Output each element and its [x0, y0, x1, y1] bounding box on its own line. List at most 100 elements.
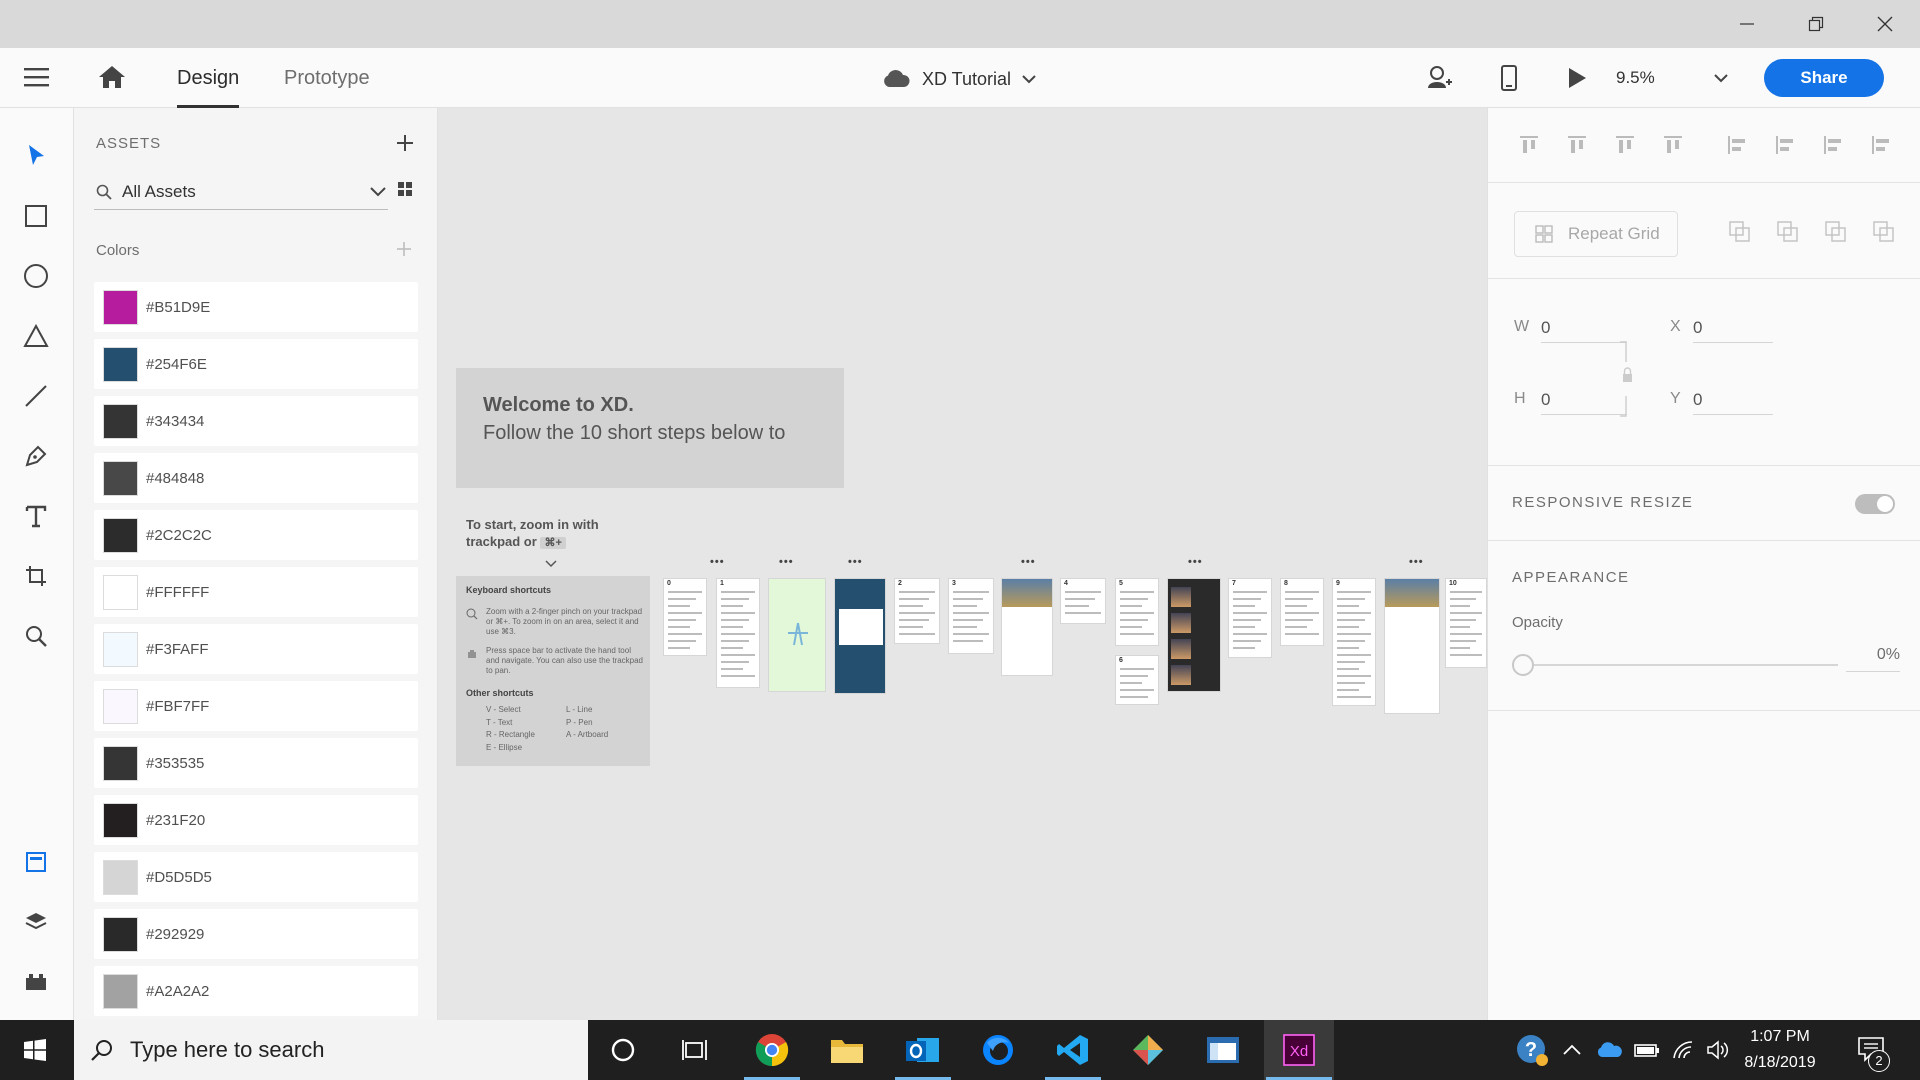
select-tool[interactable] — [17, 136, 55, 174]
artboard-tool[interactable] — [17, 557, 55, 595]
pen-tool[interactable] — [17, 437, 55, 475]
opacity-slider[interactable] — [1512, 651, 1852, 679]
text-tool[interactable] — [17, 497, 55, 535]
align-center-button[interactable] — [1774, 134, 1796, 161]
zoom-tool[interactable] — [17, 617, 55, 655]
color-swatch-row[interactable]: #254F6E — [94, 339, 418, 389]
tutorial-artboard-thumbnail[interactable]: 3 — [948, 578, 994, 654]
align-top-button[interactable] — [1518, 134, 1540, 161]
outlook-taskbar-button[interactable] — [891, 1020, 955, 1080]
vscode-taskbar-button[interactable] — [1041, 1020, 1105, 1080]
tutorial-artboard-thumbnail[interactable] — [1384, 578, 1440, 714]
home-button[interactable] — [98, 64, 126, 95]
rectangle-tool[interactable] — [17, 197, 55, 235]
color-swatch-row[interactable]: #484848 — [94, 453, 418, 503]
boolean-add-icon — [1777, 221, 1798, 242]
color-swatch-row[interactable]: #FBF7FF — [94, 681, 418, 731]
color-swatch-row[interactable]: #2C2C2C — [94, 510, 418, 560]
add-asset-button[interactable] — [396, 134, 414, 157]
align-right-button[interactable] — [1822, 134, 1844, 161]
align-middle-button[interactable] — [1566, 134, 1588, 161]
restore-button[interactable] — [1781, 0, 1851, 48]
tutorial-artboard-thumbnail[interactable]: 5 — [1115, 578, 1159, 646]
ellipse-tool[interactable] — [17, 257, 55, 295]
task-view-button[interactable] — [663, 1020, 727, 1080]
polygon-tool[interactable] — [17, 317, 55, 355]
zoom-level-select[interactable]: 9.5% — [1616, 62, 1728, 94]
plugins-panel-toggle[interactable] — [17, 963, 55, 1001]
align-bottom-button[interactable] — [1614, 134, 1636, 161]
device-preview-button[interactable] — [1500, 64, 1518, 97]
x-input[interactable]: 0 — [1693, 311, 1773, 343]
taskbar-clock[interactable]: 1:07 PM 8/18/2019 — [1730, 1024, 1830, 1076]
color-swatch-row[interactable]: #FFFFFF — [94, 567, 418, 617]
repeat-grid-button[interactable]: Repeat Grid — [1514, 211, 1678, 257]
tutorial-artboard-thumbnail[interactable]: 1 — [716, 578, 760, 688]
opacity-input[interactable]: 0% — [1846, 638, 1900, 672]
color-swatch-row[interactable]: #343434 — [94, 396, 418, 446]
color-swatch-row[interactable]: #292929 — [94, 909, 418, 959]
assets-panel-toggle[interactable] — [17, 843, 55, 881]
width-input[interactable]: 0 — [1541, 311, 1627, 343]
color-swatch — [103, 346, 138, 382]
tutorial-artboard-thumbnail[interactable] — [834, 578, 886, 694]
tutorial-artboard-thumbnail[interactable]: 2 — [894, 578, 940, 644]
invite-collaborator-button[interactable] — [1425, 64, 1453, 97]
tutorial-artboard-thumbnail[interactable]: 10 — [1445, 578, 1487, 668]
color-swatch-row[interactable]: #353535 — [94, 738, 418, 788]
file-explorer-taskbar-button[interactable] — [815, 1020, 879, 1080]
tutorial-artboard-thumbnail[interactable] — [768, 578, 826, 692]
start-button[interactable] — [3, 1020, 67, 1080]
color-swatch-row[interactable]: #F3FAFF — [94, 624, 418, 674]
taskbar-search-box[interactable]: Type here to search — [74, 1020, 588, 1080]
distribute-horizontal-button[interactable] — [1662, 134, 1684, 161]
layers-panel-toggle[interactable] — [17, 903, 55, 941]
shortcuts-artboard[interactable]: Keyboard shortcuts Zoom with a 2-finger … — [456, 576, 650, 766]
boolean-subtract-button[interactable] — [1728, 220, 1752, 249]
tutorial-artboard-thumbnail[interactable]: 8 — [1280, 578, 1324, 646]
firefox-taskbar-button[interactable] — [966, 1020, 1030, 1080]
cortana-button[interactable] — [591, 1020, 655, 1080]
add-color-button[interactable] — [396, 241, 412, 262]
color-swatch-row[interactable]: #B51D9E — [94, 282, 418, 332]
color-swatch-row[interactable]: #A2A2A2 — [94, 966, 418, 1016]
welcome-artboard[interactable]: Welcome to XD. Follow the 10 short steps… — [456, 368, 844, 488]
adobe-xd-taskbar-button[interactable]: Xd — [1267, 1020, 1331, 1080]
align-left-button[interactable] — [1726, 134, 1748, 161]
line-tool[interactable] — [17, 377, 55, 415]
height-input[interactable]: 0 — [1541, 383, 1627, 415]
window-app-taskbar-button[interactable] — [1191, 1020, 1255, 1080]
tutorial-artboard-thumbnail[interactable]: 6 — [1115, 655, 1159, 705]
boolean-exclude-button[interactable] — [1872, 220, 1896, 249]
tutorial-artboard-thumbnail[interactable]: 0 — [663, 578, 707, 656]
distribute-vertical-button[interactable] — [1870, 134, 1892, 161]
assets-filter-select[interactable]: All Assets — [94, 174, 388, 210]
tutorial-artboard-thumbnail[interactable] — [1001, 578, 1053, 676]
responsive-resize-toggle[interactable] — [1855, 494, 1895, 514]
grid-view-button[interactable] — [397, 181, 413, 202]
tab-prototype[interactable]: Prototype — [284, 48, 370, 108]
home-icon — [99, 66, 125, 88]
tutorial-artboard-thumbnail[interactable]: 7 — [1228, 578, 1272, 658]
design-canvas[interactable]: Welcome to XD. Follow the 10 short steps… — [438, 108, 1487, 1020]
tab-design[interactable]: Design — [177, 48, 240, 108]
chrome-taskbar-button[interactable] — [740, 1020, 804, 1080]
boolean-add-button[interactable] — [1776, 220, 1800, 249]
boolean-intersect-button[interactable] — [1824, 220, 1848, 249]
color-swatch-row[interactable]: #D5D5D5 — [94, 852, 418, 902]
minimize-button[interactable] — [1712, 0, 1782, 48]
lock-aspect-button[interactable] — [1618, 340, 1638, 425]
cortana-icon — [611, 1038, 635, 1062]
color-swatch-row[interactable]: #231F20 — [94, 795, 418, 845]
tutorial-artboard-thumbnail[interactable]: 4 — [1060, 578, 1106, 624]
hamburger-menu-button[interactable] — [24, 66, 50, 93]
close-button[interactable] — [1850, 0, 1920, 48]
document-title-dropdown[interactable]: XD Tutorial — [882, 66, 1037, 92]
action-center-button[interactable] — [1840, 1020, 1904, 1080]
tutorial-artboard-thumbnail[interactable] — [1167, 578, 1221, 692]
share-button[interactable]: Share — [1764, 59, 1884, 97]
y-input[interactable]: 0 — [1693, 383, 1773, 415]
tutorial-artboard-thumbnail[interactable]: 9 — [1332, 578, 1376, 706]
git-client-taskbar-button[interactable] — [1116, 1020, 1180, 1080]
play-preview-button[interactable] — [1566, 66, 1588, 95]
